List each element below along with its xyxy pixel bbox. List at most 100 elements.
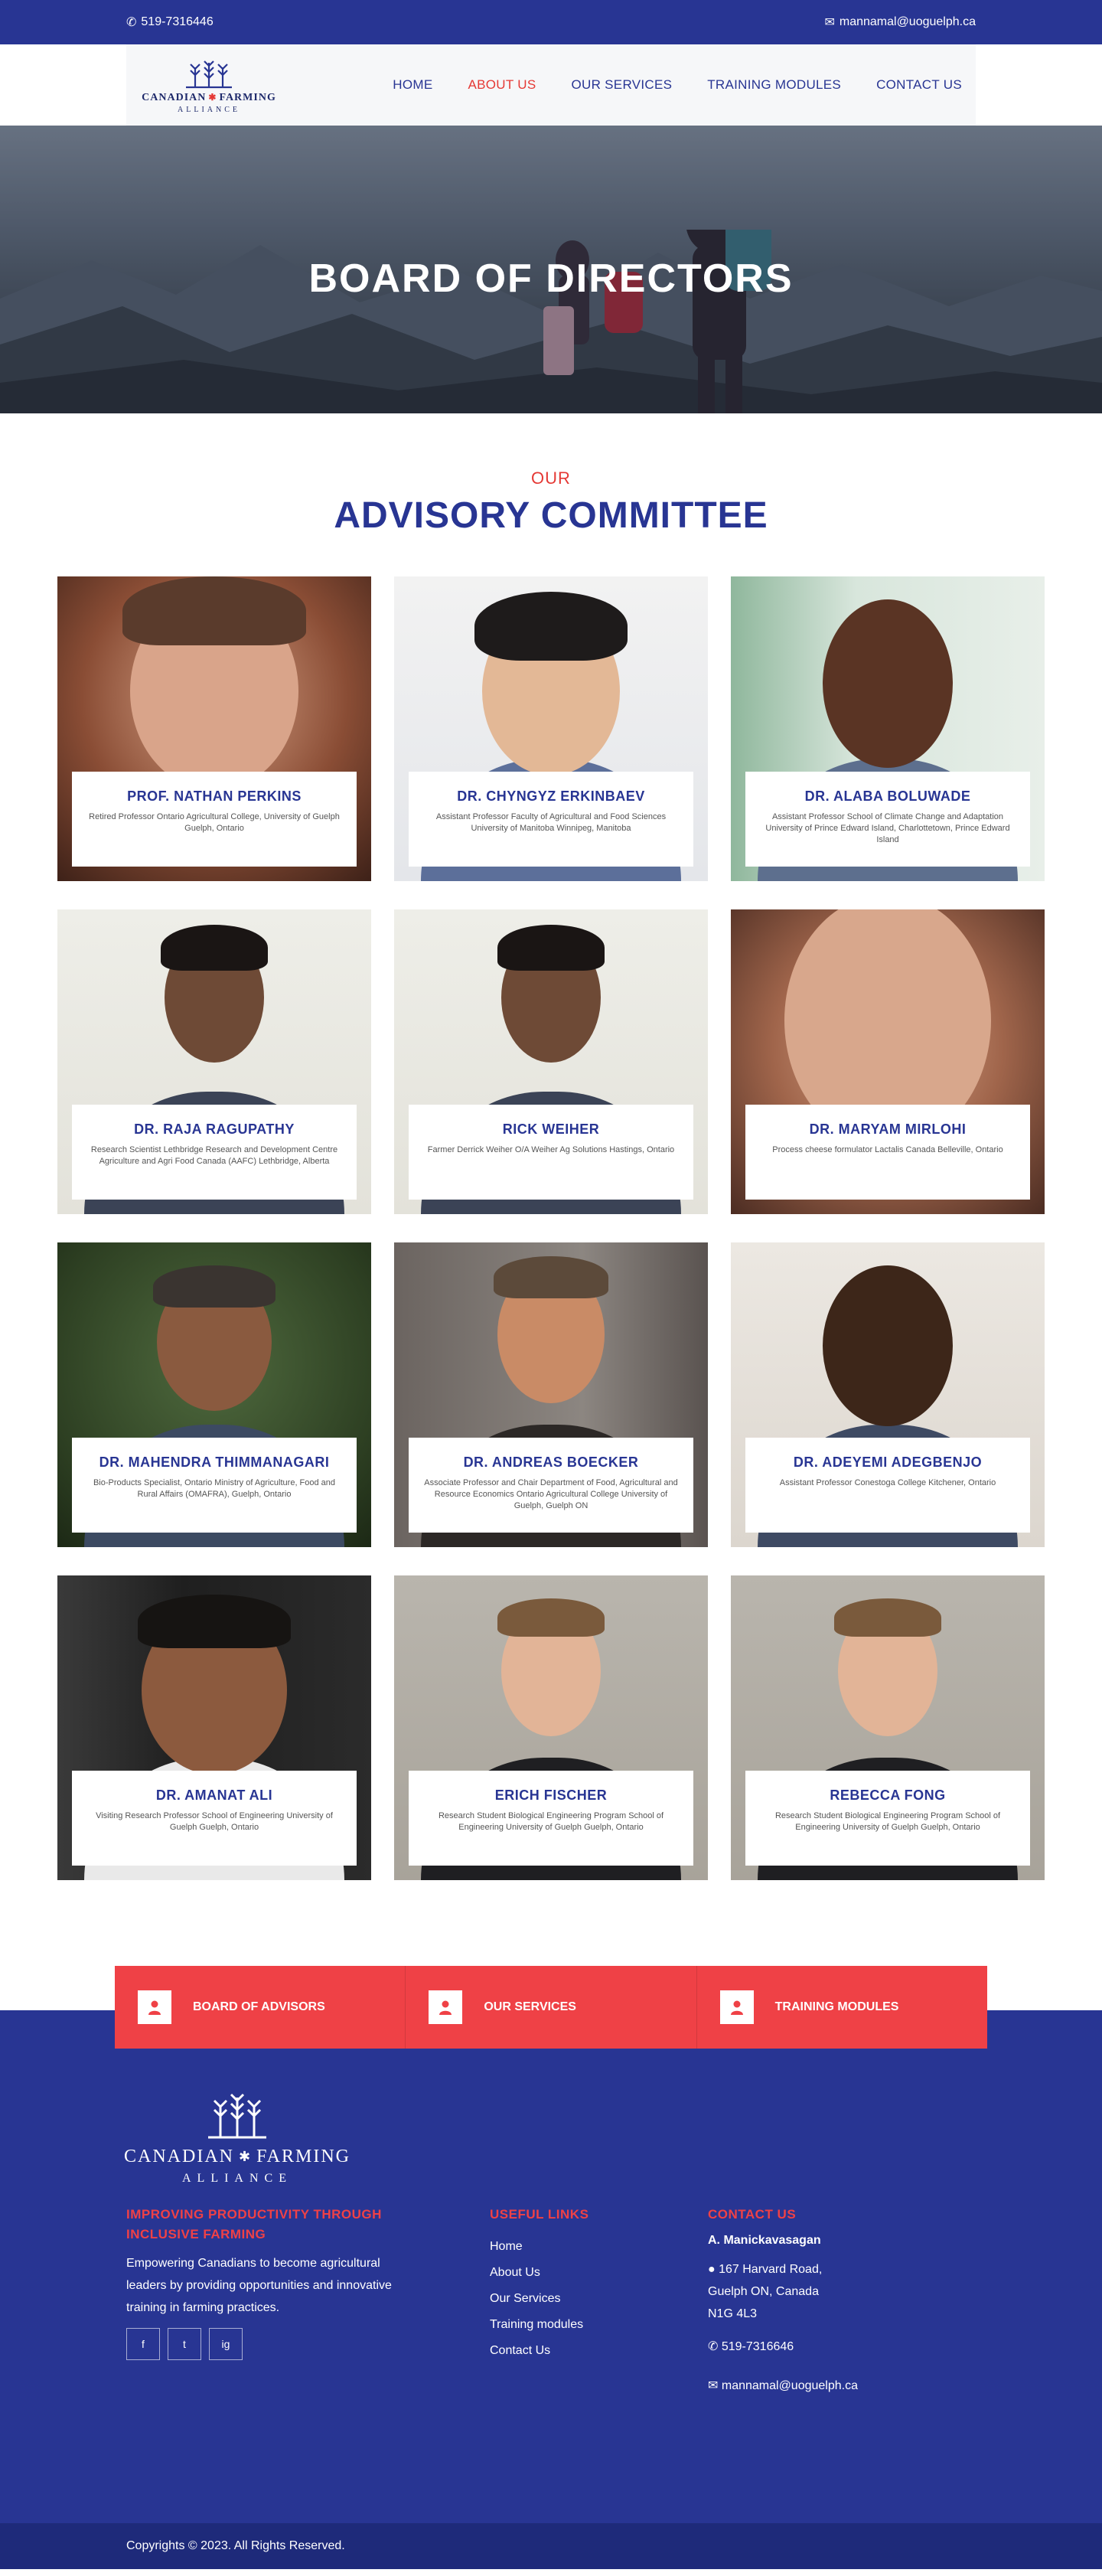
- wheat-logo-icon: [208, 2093, 266, 2139]
- member-name: DR. ADEYEMI ADEGBENJO: [793, 1455, 983, 1470]
- member-info: REBECCA FONG Research Student Biological…: [745, 1771, 1030, 1866]
- logo-brand-left: CANADIAN: [142, 91, 207, 103]
- member-card[interactable]: DR. AMANAT ALI Visiting Research Profess…: [57, 1575, 371, 1880]
- footer-contact-name: A. Manickavasagan: [708, 2234, 821, 2247]
- member-card[interactable]: DR. MARYAM MIRLOHI Process cheese formul…: [731, 909, 1045, 1214]
- member-role: Visiting Research Professor School of En…: [96, 1811, 333, 1832]
- footer-logo-alliance: ALLIANCE: [182, 2172, 292, 2185]
- section-heading: OUR ADVISORY COMMITTEE: [0, 413, 1102, 537]
- hero-banner: BOARD OF DIRECTORS: [0, 126, 1102, 413]
- footer-link-our-services[interactable]: Our Services: [490, 2286, 588, 2312]
- member-role: Associate Professor and Chair Department…: [424, 1478, 678, 1510]
- footer-tagline: IMPROVING PRODUCTIVITY THROUGH INCLUSIVE…: [126, 2207, 382, 2241]
- nav-contact-us[interactable]: CONTACT US: [876, 77, 962, 93]
- maple-leaf-icon: ✱: [239, 2149, 253, 2164]
- cta-strip: BOARD OF ADVISORS OUR SERVICES TRAINING …: [115, 1966, 987, 2049]
- member-card[interactable]: PROF. NATHAN PERKINS Retired Professor O…: [57, 576, 371, 881]
- member-role: Research Student Biological Engineering …: [774, 1811, 1001, 1832]
- site-footer: CANADIAN ✱ FARMING ALLIANCE IMPROVING PR…: [0, 2073, 1102, 2523]
- topbar-email[interactable]: ✉ mannamal@uoguelph.ca: [824, 15, 976, 30]
- member-info: DR. ANDREAS BOECKER Associate Professor …: [409, 1438, 693, 1533]
- footer-link-home[interactable]: Home: [490, 2234, 588, 2260]
- member-info: DR. ALABA BOLUWADE Assistant Professor S…: [745, 772, 1030, 867]
- nav-about-us[interactable]: ABOUT US: [468, 77, 536, 93]
- member-card[interactable]: DR. ALABA BOLUWADE Assistant Professor S…: [731, 576, 1045, 881]
- member-card[interactable]: REBECCA FONG Research Student Biological…: [731, 1575, 1045, 1880]
- footer-link-about-us[interactable]: About Us: [490, 2260, 588, 2286]
- logo-alliance: ALLIANCE: [178, 105, 240, 114]
- member-info: DR. ADEYEMI ADEGBENJO Assistant Professo…: [745, 1438, 1030, 1533]
- footer-links-list: Home About Us Our Services Training modu…: [490, 2234, 588, 2364]
- footer-phone[interactable]: ✆ 519-7316646: [708, 2336, 892, 2358]
- footer-about: IMPROVING PRODUCTIVITY THROUGH INCLUSIVE…: [126, 2205, 402, 2360]
- hero-title: BOARD OF DIRECTORS: [308, 256, 794, 301]
- nav-training-modules[interactable]: TRAINING MODULES: [707, 77, 841, 93]
- member-name: DR. RAJA RAGUPATHY: [134, 1121, 295, 1137]
- footer-logo-brand: CANADIAN ✱ FARMING: [124, 2147, 350, 2167]
- member-name: DR. ANDREAS BOECKER: [463, 1455, 639, 1470]
- member-info: DR. MARYAM MIRLOHI Process cheese formul…: [745, 1105, 1030, 1200]
- member-name: DR. MARYAM MIRLOHI: [809, 1121, 967, 1137]
- cta-area: BOARD OF ADVISORS OUR SERVICES TRAINING …: [0, 1966, 1102, 2073]
- cta-training-modules[interactable]: TRAINING MODULES: [697, 1966, 987, 2049]
- member-name: REBECCA FONG: [830, 1788, 946, 1803]
- facebook-icon[interactable]: f: [126, 2328, 160, 2360]
- copyright-text: Copyrights © 2023. All Rights Reserved.: [126, 2539, 345, 2552]
- footer-email[interactable]: ✉ mannamal@uoguelph.ca: [708, 2375, 892, 2397]
- topbar-phone[interactable]: ✆ 519-7316446: [126, 15, 214, 30]
- member-name: DR. MAHENDRA THIMMANAGARI: [99, 1455, 330, 1470]
- topbar-phone-text: 519-7316446: [141, 15, 214, 28]
- member-card[interactable]: DR. CHYNGYZ ERKINBAEV Assistant Professo…: [394, 576, 708, 881]
- topbar-email-text: mannamal@uoguelph.ca: [839, 15, 976, 28]
- user-icon: [138, 1990, 171, 2024]
- member-name: ERICH FISCHER: [494, 1788, 608, 1803]
- cta-board-of-advisors[interactable]: BOARD OF ADVISORS: [115, 1966, 406, 2049]
- member-info: DR. RAJA RAGUPATHY Research Scientist Le…: [72, 1105, 357, 1200]
- member-role: Research Student Biological Engineering …: [438, 1811, 664, 1832]
- footer-links-heading: USEFUL LINKS: [490, 2207, 589, 2222]
- copyright-bar: Copyrights © 2023. All Rights Reserved.: [0, 2523, 1102, 2569]
- cta-label: OUR SERVICES: [484, 2000, 576, 2013]
- footer-link-contact-us[interactable]: Contact Us: [490, 2338, 588, 2364]
- cta-label: TRAINING MODULES: [774, 2000, 899, 2013]
- logo-brand: CANADIAN ✱ FARMING: [142, 92, 276, 104]
- cta-label: BOARD OF ADVISORS: [193, 2000, 325, 2013]
- member-info: DR. AMANAT ALI Visiting Research Profess…: [72, 1771, 357, 1866]
- member-role: Farmer Derrick Weiher O/A Weiher Ag Solu…: [427, 1145, 675, 1154]
- page-end: [0, 2569, 1102, 2576]
- phone-icon: ✆: [708, 2340, 722, 2353]
- twitter-icon[interactable]: t: [168, 2328, 201, 2360]
- footer-logo[interactable]: CANADIAN ✱ FARMING ALLIANCE: [124, 2088, 350, 2186]
- member-info: ERICH FISCHER Research Student Biologica…: [409, 1771, 693, 1866]
- member-info: DR. MAHENDRA THIMMANAGARI Bio-Products S…: [72, 1438, 357, 1533]
- site-logo[interactable]: CANADIAN ✱ FARMING ALLIANCE: [140, 57, 278, 114]
- member-name: DR. ALABA BOLUWADE: [804, 788, 971, 804]
- footer-phone-text: 519-7316646: [721, 2340, 794, 2353]
- member-info: DR. CHYNGYZ ERKINBAEV Assistant Professo…: [409, 772, 693, 867]
- user-icon: [429, 1990, 463, 2024]
- nav-our-services[interactable]: OUR SERVICES: [571, 77, 672, 93]
- cta-our-services[interactable]: OUR SERVICES: [406, 1966, 697, 2049]
- member-card[interactable]: ERICH FISCHER Research Student Biologica…: [394, 1575, 708, 1880]
- logo-brand-right: FARMING: [219, 91, 276, 103]
- member-card[interactable]: RICK WEIHER Farmer Derrick Weiher O/A We…: [394, 909, 708, 1214]
- footer-address: ● 167 Harvard Road, Guelph ON, Canada N1…: [708, 2258, 892, 2325]
- member-role: Retired Professor Ontario Agricultural C…: [89, 812, 340, 833]
- member-card[interactable]: DR. ANDREAS BOECKER Associate Professor …: [394, 1242, 708, 1547]
- envelope-icon: ✉: [824, 16, 835, 29]
- footer-contact-heading: CONTACT US: [708, 2207, 797, 2222]
- member-role: Research Scientist Lethbridge Research a…: [90, 1145, 338, 1166]
- member-card[interactable]: DR. MAHENDRA THIMMANAGARI Bio-Products S…: [57, 1242, 371, 1547]
- nav-home[interactable]: HOME: [393, 77, 432, 93]
- footer-description: Empowering Canadians to become agricultu…: [126, 2257, 392, 2314]
- member-card[interactable]: DR. ADEYEMI ADEGBENJO Assistant Professo…: [731, 1242, 1045, 1547]
- member-name: RICK WEIHER: [502, 1121, 600, 1137]
- member-card[interactable]: DR. RAJA RAGUPATHY Research Scientist Le…: [57, 909, 371, 1214]
- address-line-2: Guelph ON, Canada: [708, 2285, 819, 2298]
- member-name: DR. CHYNGYZ ERKINBAEV: [457, 788, 645, 804]
- instagram-icon[interactable]: ig: [209, 2328, 243, 2360]
- header-inner: CANADIAN ✱ FARMING ALLIANCE HOME ABOUT U…: [126, 44, 976, 126]
- member-name: DR. AMANAT ALI: [155, 1788, 273, 1803]
- advisory-grid: PROF. NATHAN PERKINS Retired Professor O…: [0, 576, 1102, 1880]
- footer-link-training-modules[interactable]: Training modules: [490, 2312, 588, 2338]
